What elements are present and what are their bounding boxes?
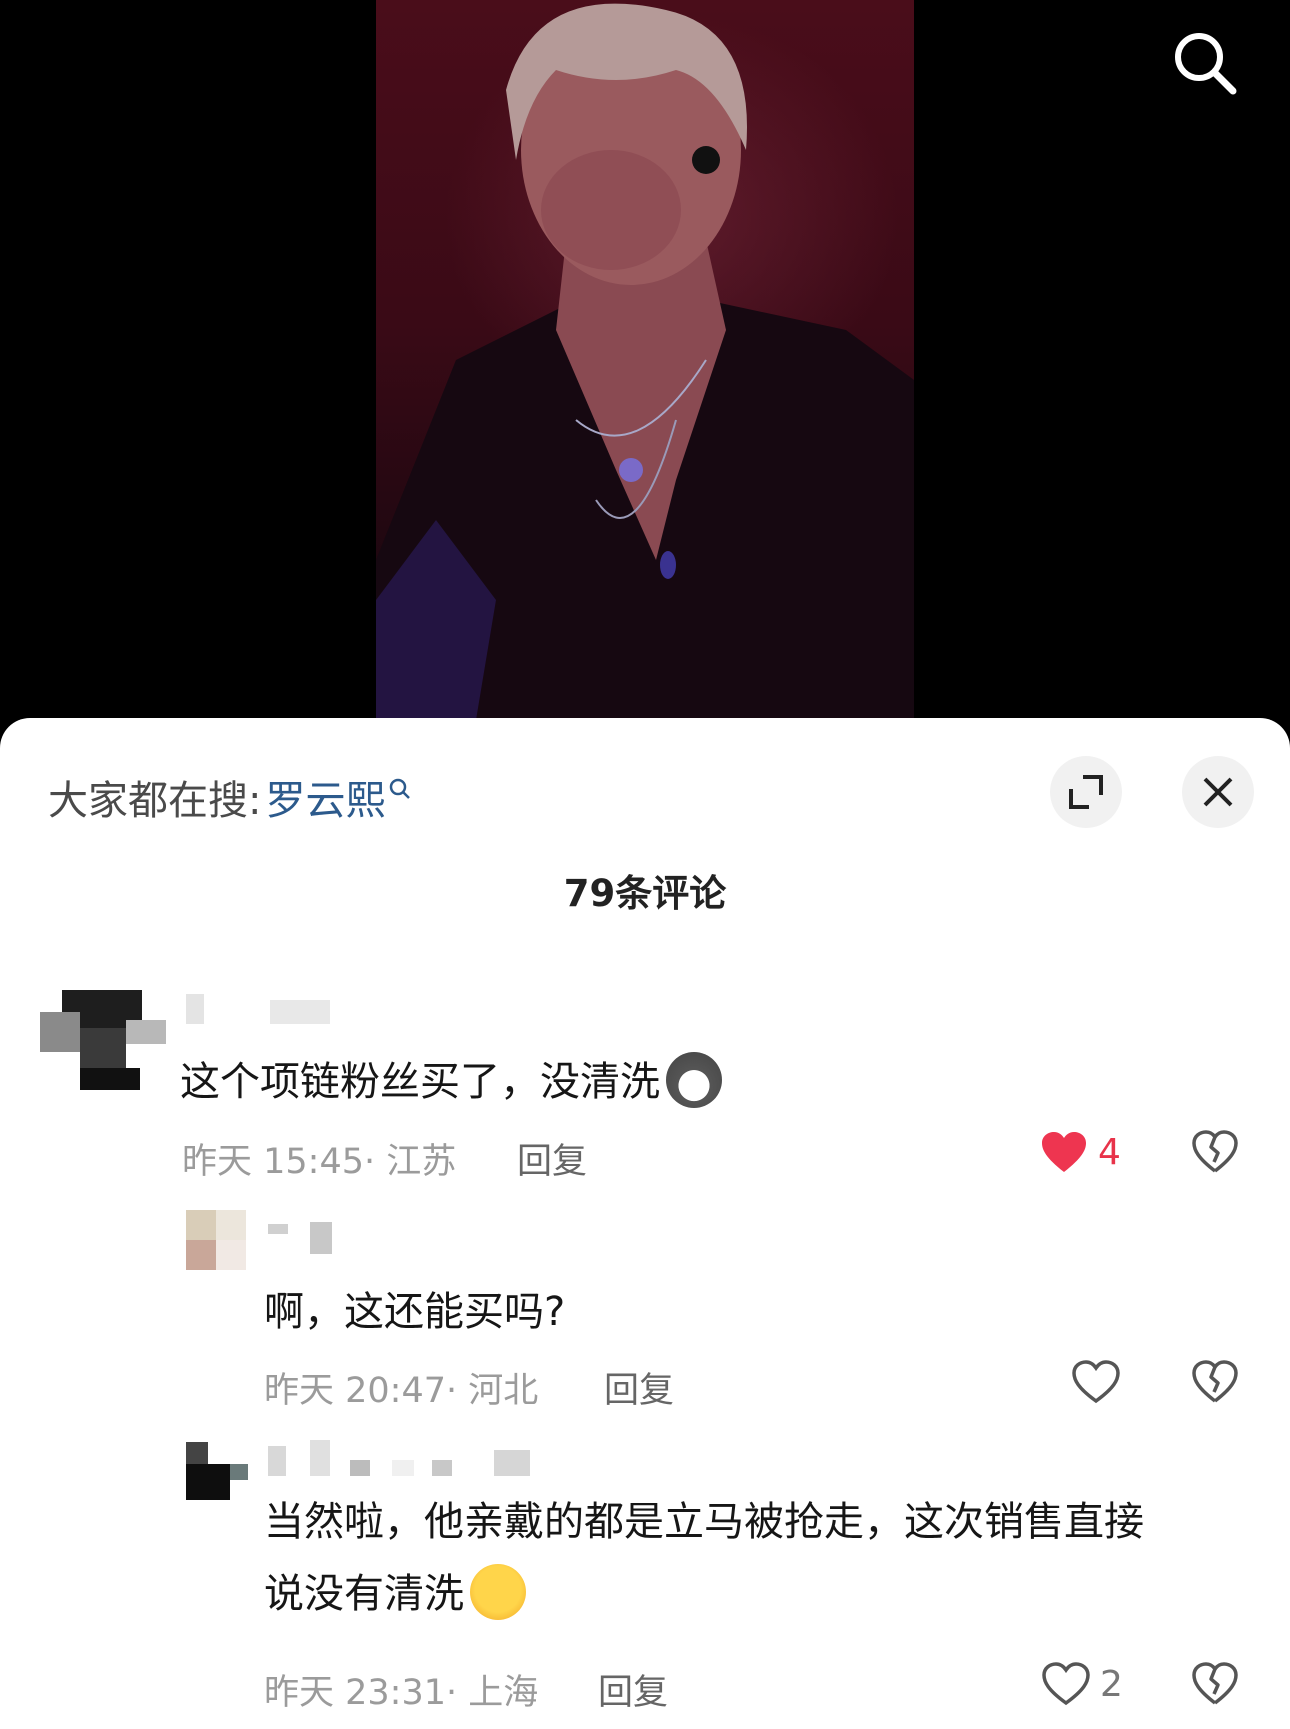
- like-button[interactable]: [1072, 1360, 1130, 1404]
- comment-text: 这个项链粉丝买了，没清洗: [180, 1046, 722, 1118]
- broken-heart-icon: [1192, 1662, 1238, 1705]
- username-blurred[interactable]: [186, 990, 336, 1026]
- like-button[interactable]: 4: [1040, 1130, 1121, 1174]
- performer-image: [376, 3, 914, 720]
- dislike-button[interactable]: [1192, 1662, 1238, 1710]
- close-button[interactable]: [1182, 756, 1254, 828]
- video-frame: [376, 0, 914, 720]
- comment-text: 当然啦，他亲戴的都是立马被抢走，这次销售直接 说没有清洗: [264, 1486, 1144, 1630]
- reply-button[interactable]: 回复: [517, 1133, 587, 1184]
- dislike-button[interactable]: [1192, 1130, 1238, 1178]
- reply-button[interactable]: 回复: [604, 1362, 674, 1413]
- shocked-face-emoji: [470, 1564, 526, 1620]
- broken-heart-icon: [1192, 1360, 1238, 1403]
- like-button[interactable]: 2: [1042, 1662, 1123, 1706]
- trending-prefix: 大家都在搜:: [48, 778, 262, 824]
- avatar[interactable]: [186, 1442, 248, 1500]
- comment-meta: 昨天 23:31· 上海: [264, 1673, 539, 1713]
- like-count: 4: [1098, 1131, 1121, 1173]
- heart-outline-icon: [1042, 1662, 1090, 1706]
- expand-button[interactable]: [1050, 756, 1122, 828]
- comment-text: 啊，这还能买吗?: [264, 1289, 566, 1335]
- heart-filled-icon: [1042, 1132, 1086, 1172]
- dislike-button[interactable]: [1192, 1360, 1238, 1408]
- comment-meta: 昨天 15:45· 江苏: [182, 1142, 457, 1182]
- broken-heart-icon: [1192, 1130, 1238, 1173]
- avatar[interactable]: [186, 1210, 246, 1270]
- heart-outline-icon: [1072, 1360, 1120, 1404]
- avatar[interactable]: [40, 990, 166, 1090]
- username-blurred[interactable]: [268, 1440, 548, 1476]
- like-count: 2: [1100, 1663, 1123, 1705]
- expand-icon: [1069, 775, 1103, 809]
- username-blurred[interactable]: [268, 1218, 348, 1254]
- small-search-icon: [390, 778, 411, 799]
- husky-emoji: [666, 1052, 722, 1108]
- video-player[interactable]: [0, 0, 1290, 740]
- comment-count: 79条评论: [563, 872, 727, 915]
- reply-button[interactable]: 回复: [598, 1664, 668, 1715]
- comment-sheet: 大家都在搜: 罗云熙 79条评论 这个项链粉丝买了，没清洗 昨天 15:45· …: [0, 718, 1290, 1729]
- trending-keyword[interactable]: 罗云熙: [265, 768, 385, 826]
- search-icon: [1175, 33, 1237, 95]
- trending-search[interactable]: 大家都在搜: 罗云熙: [48, 768, 411, 826]
- comment-meta: 昨天 20:47· 河北: [264, 1371, 539, 1411]
- search-button[interactable]: [1170, 28, 1240, 98]
- close-icon: [1203, 777, 1233, 807]
